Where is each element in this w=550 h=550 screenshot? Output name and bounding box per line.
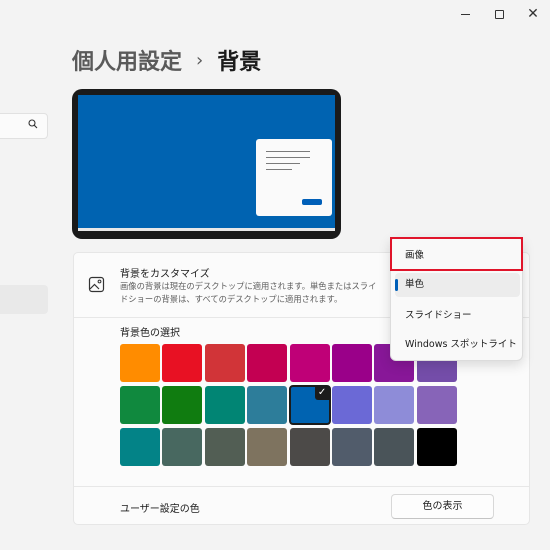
close-button[interactable]: ✕	[516, 0, 550, 28]
color-swatch[interactable]	[120, 428, 160, 466]
breadcrumb-parent[interactable]: 個人用設定	[72, 44, 182, 76]
customize-description: 画像の背景は現在のデスクトップに適用されます。単色またはスライドショーの背景は、…	[120, 281, 377, 304]
color-swatch[interactable]	[247, 344, 288, 382]
minimize-button[interactable]	[448, 0, 482, 28]
highlight-box	[390, 237, 523, 271]
preview-line	[266, 157, 310, 158]
dropdown-option-label: 単色	[405, 279, 425, 290]
preview-line	[266, 163, 300, 164]
view-colors-button[interactable]: 色の表示	[391, 494, 494, 519]
preview-line	[266, 169, 292, 170]
color-swatch-grid: ✓	[120, 344, 458, 468]
color-swatch[interactable]	[162, 344, 203, 382]
search-icon	[28, 119, 38, 132]
preview-line	[266, 151, 310, 152]
sidebar-item-selected[interactable]	[0, 285, 48, 314]
color-swatch[interactable]	[204, 386, 245, 424]
color-picker-title: 背景色の選択	[120, 328, 180, 339]
color-swatch[interactable]	[332, 344, 372, 382]
image-icon	[88, 276, 105, 293]
color-swatch[interactable]	[374, 428, 415, 466]
desktop-preview	[72, 89, 341, 239]
color-swatch[interactable]	[332, 428, 372, 466]
preview-taskbar	[78, 228, 335, 231]
maximize-button[interactable]	[482, 0, 516, 28]
color-swatch[interactable]	[204, 344, 245, 382]
color-swatch[interactable]	[204, 428, 245, 466]
breadcrumb-separator: ›	[196, 49, 204, 71]
search-input[interactable]	[0, 113, 48, 139]
dropdown-option[interactable]: 単色	[395, 273, 520, 297]
color-swatch[interactable]	[120, 386, 160, 424]
close-icon: ✕	[527, 6, 539, 22]
maximize-icon	[494, 9, 504, 19]
minimize-icon	[460, 13, 470, 15]
dropdown-option-label: スライドショー	[405, 310, 472, 321]
color-swatch[interactable]: ✓	[288, 385, 331, 425]
customize-title: 背景をカスタマイズ	[120, 269, 210, 280]
color-swatch[interactable]	[374, 386, 415, 424]
breadcrumb: 個人用設定 › 背景	[72, 44, 261, 76]
preview-window	[256, 139, 332, 216]
color-swatch[interactable]	[162, 386, 203, 424]
color-swatch[interactable]	[247, 386, 288, 424]
dropdown-option[interactable]: Windows スポットライト	[395, 333, 520, 357]
color-swatch[interactable]	[120, 344, 160, 382]
dropdown-option[interactable]: スライドショー	[395, 304, 520, 328]
window-controls: ✕	[448, 0, 550, 28]
divider	[74, 486, 529, 487]
color-swatch[interactable]	[416, 386, 457, 424]
color-swatch[interactable]	[289, 428, 330, 466]
color-swatch[interactable]	[247, 428, 288, 466]
color-swatch[interactable]	[416, 428, 457, 466]
page-title: 背景	[217, 50, 262, 75]
preview-desktop	[78, 95, 335, 228]
checkmark-icon: ✓	[314, 386, 330, 400]
color-swatch[interactable]	[332, 386, 372, 424]
selection-indicator	[395, 279, 398, 291]
preview-button	[302, 199, 322, 205]
color-swatch[interactable]	[289, 344, 330, 382]
custom-color-label: ユーザー設定の色	[120, 504, 200, 515]
color-swatch[interactable]	[162, 428, 203, 466]
dropdown-option-label: Windows スポットライト	[405, 339, 517, 350]
